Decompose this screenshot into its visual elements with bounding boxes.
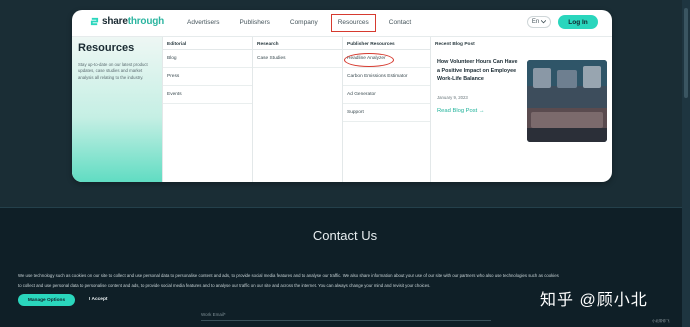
menu-resources[interactable]: Resources	[330, 14, 376, 32]
link-press[interactable]: Press	[163, 68, 252, 86]
menu-advertisers[interactable]: Advertisers	[180, 14, 227, 32]
read-blog-post-link[interactable]: Read Blog Post →	[437, 108, 485, 114]
blog-post-title[interactable]: How Volunteer Hours Can Have a Positive …	[437, 58, 519, 84]
language-label: En	[531, 19, 540, 25]
recent-blog-column: Recent Blog Post How Volunteer Hours Can…	[430, 37, 612, 182]
navigation-card: sharethrough Advertisers Publishers Comp…	[72, 10, 612, 182]
manage-options-button[interactable]: Manage Options	[18, 294, 75, 306]
chevron-down-icon	[541, 20, 547, 24]
logo-text: sharethrough	[102, 16, 165, 27]
language-selector[interactable]: En	[527, 16, 551, 28]
work-email-field[interactable]	[201, 320, 491, 321]
logo-icon	[90, 17, 99, 26]
publisher-resources-column: Publisher Resources Headline Analyzer Ca…	[342, 37, 430, 182]
research-column: Research Case Studies	[252, 37, 342, 182]
blog-post-date: January 9, 2023	[437, 95, 468, 100]
watermark-text: 知乎 @顾小北	[540, 292, 648, 309]
resources-title: Resources	[78, 42, 135, 54]
resources-description: Stay up-to-date on our latest product up…	[78, 62, 148, 80]
resources-intro: Resources Stay up-to-date on our latest …	[72, 37, 162, 182]
resources-mega-menu: Resources Stay up-to-date on our latest …	[72, 36, 612, 182]
watermark-subtext: 小北带你飞	[652, 319, 670, 323]
link-headline-analyzer[interactable]: Headline Analyzer	[343, 50, 430, 68]
work-email-label: Work Email*	[201, 312, 226, 317]
section-divider	[0, 207, 690, 208]
login-button[interactable]: Log In	[558, 15, 598, 29]
blog-post-image[interactable]	[527, 60, 607, 142]
cookie-text-line-1: We use technology such as cookies on our…	[18, 273, 559, 278]
top-navbar: sharethrough Advertisers Publishers Comp…	[72, 10, 612, 36]
editorial-column: Editorial Blog Press Events	[162, 37, 252, 182]
scrollbar-thumb[interactable]	[684, 8, 688, 98]
publisher-resources-heading: Publisher Resources	[343, 37, 430, 50]
menu-contact[interactable]: Contact	[382, 14, 418, 32]
research-heading: Research	[253, 37, 342, 50]
menu-publishers[interactable]: Publishers	[233, 14, 277, 32]
link-support[interactable]: Support	[343, 104, 430, 122]
link-events[interactable]: Events	[163, 86, 252, 104]
recent-blog-heading: Recent Blog Post	[435, 42, 475, 47]
accept-cookies-button[interactable]: I Accept	[89, 297, 107, 302]
main-menu: Advertisers Publishers Company Resources…	[180, 14, 424, 32]
menu-company[interactable]: Company	[283, 14, 325, 32]
link-ad-generator[interactable]: Ad Generator	[343, 86, 430, 104]
editorial-heading: Editorial	[163, 37, 252, 50]
site-logo[interactable]: sharethrough	[90, 16, 164, 27]
link-case-studies[interactable]: Case Studies	[253, 50, 342, 68]
link-blog[interactable]: Blog	[163, 50, 252, 68]
link-carbon-emissions-estimator[interactable]: Carbon Emissions Estimator	[343, 68, 430, 86]
contact-us-heading: Contact Us	[312, 228, 378, 243]
